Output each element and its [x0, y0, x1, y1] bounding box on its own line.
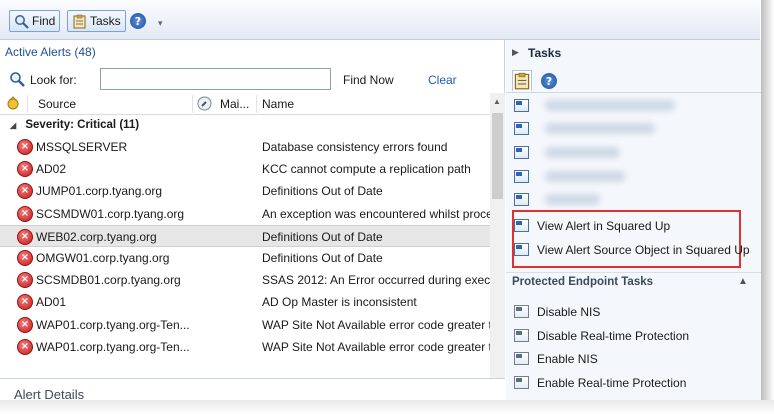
task-icon	[514, 376, 529, 389]
section-divider	[506, 272, 761, 273]
find-button-label: Find	[32, 14, 56, 28]
critical-error-icon: ×	[17, 139, 33, 155]
task-label: Disable Real-time Protection	[537, 329, 690, 343]
tasks-button-label: Tasks	[90, 14, 121, 28]
task-label: Enable NIS	[537, 352, 598, 366]
group-label: Severity: Critical (11)	[25, 119, 140, 131]
pane-title: Active Alerts (48)	[5, 45, 96, 59]
task-icon	[514, 219, 529, 232]
scroll-thumb[interactable]	[492, 113, 503, 199]
table-row[interactable]: × OMGW01.corp.tyang.org Definitions Out …	[0, 247, 490, 269]
tasks-title: Tasks	[528, 46, 562, 60]
expand-arrow-icon[interactable]: ▶	[512, 47, 519, 58]
row-source: AD01	[36, 295, 67, 310]
table-row[interactable]: × MSSQLSERVER Database consistency error…	[0, 136, 490, 158]
row-name: WAP Site Not Available error code greate…	[262, 339, 490, 354]
row-source: OMGW01.corp.tyang.org	[36, 250, 170, 265]
tab-tasks[interactable]	[512, 70, 532, 91]
section-title: Protected Endpoint Tasks	[512, 276, 654, 288]
task-label: View Alert Source Object in Squared Up	[537, 243, 750, 257]
task-icon	[514, 329, 529, 342]
row-source: WAP01.corp.tyang.org-Ten...	[36, 317, 190, 332]
critical-error-icon: ×	[17, 161, 33, 178]
critical-error-icon: ×	[17, 205, 33, 222]
table-row[interactable]: × JUMP01.corp.tyang.org Definitions Out …	[0, 180, 490, 202]
active-alerts-pane: Active Alerts (48) Look for: Find Now Cl…	[0, 40, 505, 414]
row-source: SCSMDW01.corp.tyang.org	[36, 206, 185, 221]
tasks-tabs: ?	[506, 67, 761, 93]
column-source[interactable]: Source	[38, 97, 76, 111]
clipboard-icon	[72, 14, 87, 29]
task-icon	[514, 243, 529, 256]
row-name: Definitions Out of Date	[262, 250, 383, 265]
row-name: Definitions Out of Date	[262, 229, 383, 244]
task-label: Enable Real-time Protection	[537, 376, 687, 390]
severity-group-header[interactable]: ◢ Severity: Critical (11)	[0, 115, 490, 136]
critical-error-icon: ×	[17, 338, 33, 355]
row-source: WEB02.corp.tyang.org	[36, 229, 157, 244]
row-name: KCC cannot compute a replication path	[262, 162, 471, 177]
torn-edge-right	[761, 0, 774, 414]
clipboard-icon	[514, 72, 530, 90]
row-name: WAP Site Not Available error code greate…	[262, 317, 490, 332]
critical-error-icon: ×	[17, 316, 33, 333]
critical-error-icon: ×	[17, 228, 33, 245]
help-icon[interactable]: ?	[130, 13, 146, 29]
alerts-list: ◢ Severity: Critical (11) × MSSQLSERVER …	[0, 115, 490, 360]
table-row[interactable]: × SCSMDW01.corp.tyang.org An exception w…	[0, 203, 490, 225]
search-icon	[9, 71, 25, 90]
tasks-button[interactable]: Tasks	[67, 10, 126, 32]
task-label: View Alert in Squared Up	[537, 219, 671, 233]
table-row-selected[interactable]: × WEB02.corp.tyang.org Definitions Out o…	[0, 224, 490, 247]
task-icon	[514, 146, 529, 159]
row-source: WAP01.corp.tyang.org-Ten...	[36, 339, 190, 354]
critical-error-icon: ×	[17, 183, 33, 200]
task-label: Disable NIS	[537, 305, 601, 319]
clear-link[interactable]: Clear	[428, 73, 457, 87]
row-name: Definitions Out of Date	[262, 184, 383, 199]
column-header-row: Source Mai... Name	[0, 93, 490, 115]
look-for-label: Look for:	[30, 73, 77, 87]
table-row[interactable]: × SCSMDB01.corp.tyang.org SSAS 2012: An …	[0, 269, 490, 291]
task-icon	[514, 352, 529, 365]
table-row[interactable]: × AD02 KCC cannot compute a replication …	[0, 158, 490, 180]
row-source: MSSQLSERVER	[36, 140, 128, 154]
toolbar-overflow-chevron-icon[interactable]: ▾	[158, 18, 163, 29]
task-icon	[514, 193, 529, 206]
critical-error-icon: ×	[17, 294, 33, 311]
critical-error-icon: ×	[17, 272, 33, 289]
column-maintenance[interactable]: Mai...	[220, 97, 249, 111]
task-icon	[514, 305, 529, 318]
collapse-chevron-icon[interactable]: ▲	[738, 276, 748, 287]
tab-help-icon[interactable]: ?	[541, 73, 557, 89]
row-source: SCSMDB01.corp.tyang.org	[36, 273, 181, 288]
table-row[interactable]: × WAP01.corp.tyang.org-Ten... WAP Site N…	[0, 314, 490, 336]
column-name[interactable]: Name	[262, 97, 294, 111]
torn-edge-bottom	[0, 400, 774, 414]
alerts-vertical-scrollbar[interactable]: ▲ ▼	[490, 93, 505, 394]
find-now-button[interactable]: Find Now	[343, 73, 394, 87]
row-name: AD Op Master is inconsistent	[262, 295, 417, 310]
toolbar: Find Tasks ? ▾	[0, 0, 760, 40]
magnifier-icon	[14, 14, 29, 29]
row-source: AD02	[36, 162, 67, 177]
scroll-up-arrow-icon[interactable]: ▲	[493, 97, 501, 106]
table-row[interactable]: × WAP01.corp.tyang.org-Ten... WAP Site N…	[0, 336, 490, 358]
look-for-input[interactable]	[100, 68, 331, 90]
row-source: JUMP01.corp.tyang.org	[36, 184, 163, 199]
critical-error-icon: ×	[17, 249, 33, 266]
wrench-icon	[197, 96, 212, 114]
alert-state-column-icon[interactable]	[6, 96, 20, 113]
table-row[interactable]: × AD01 AD Op Master is inconsistent	[0, 291, 490, 313]
row-name: An exception was encountered whilst proc…	[262, 206, 490, 221]
collapse-triangle-icon[interactable]: ◢	[10, 121, 16, 130]
look-for-bar: Look for: Find Now Clear	[0, 67, 505, 95]
task-icon	[514, 99, 529, 112]
row-name: Database consistency errors found	[262, 140, 448, 154]
tasks-pane: ▶ Tasks ? View Alert in Squared Up View …	[506, 40, 761, 414]
task-icon	[514, 122, 529, 135]
find-button[interactable]: Find	[9, 10, 61, 32]
task-icon	[514, 170, 529, 183]
row-name: SSAS 2012: An Error occurred during exec…	[262, 273, 490, 288]
